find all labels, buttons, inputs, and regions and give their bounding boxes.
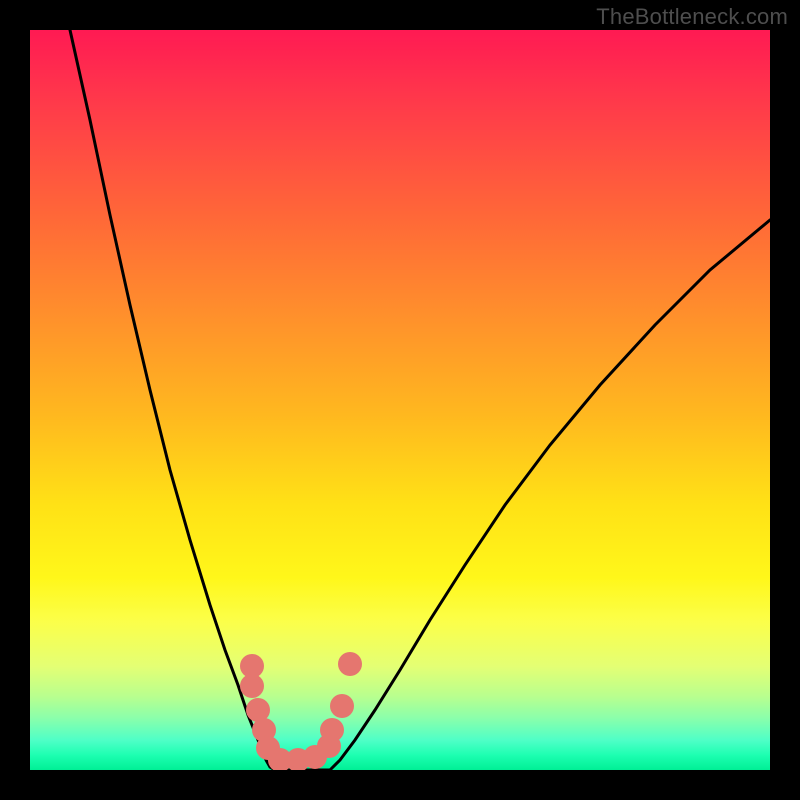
scatter-dot bbox=[320, 718, 344, 742]
scatter-dot bbox=[338, 652, 362, 676]
scatter-dot bbox=[240, 674, 264, 698]
scatter-dot bbox=[330, 694, 354, 718]
watermark-text: TheBottleneck.com bbox=[596, 4, 788, 30]
chart-frame: TheBottleneck.com bbox=[0, 0, 800, 800]
scatter-dots bbox=[240, 652, 362, 770]
scatter-cluster bbox=[30, 30, 770, 770]
